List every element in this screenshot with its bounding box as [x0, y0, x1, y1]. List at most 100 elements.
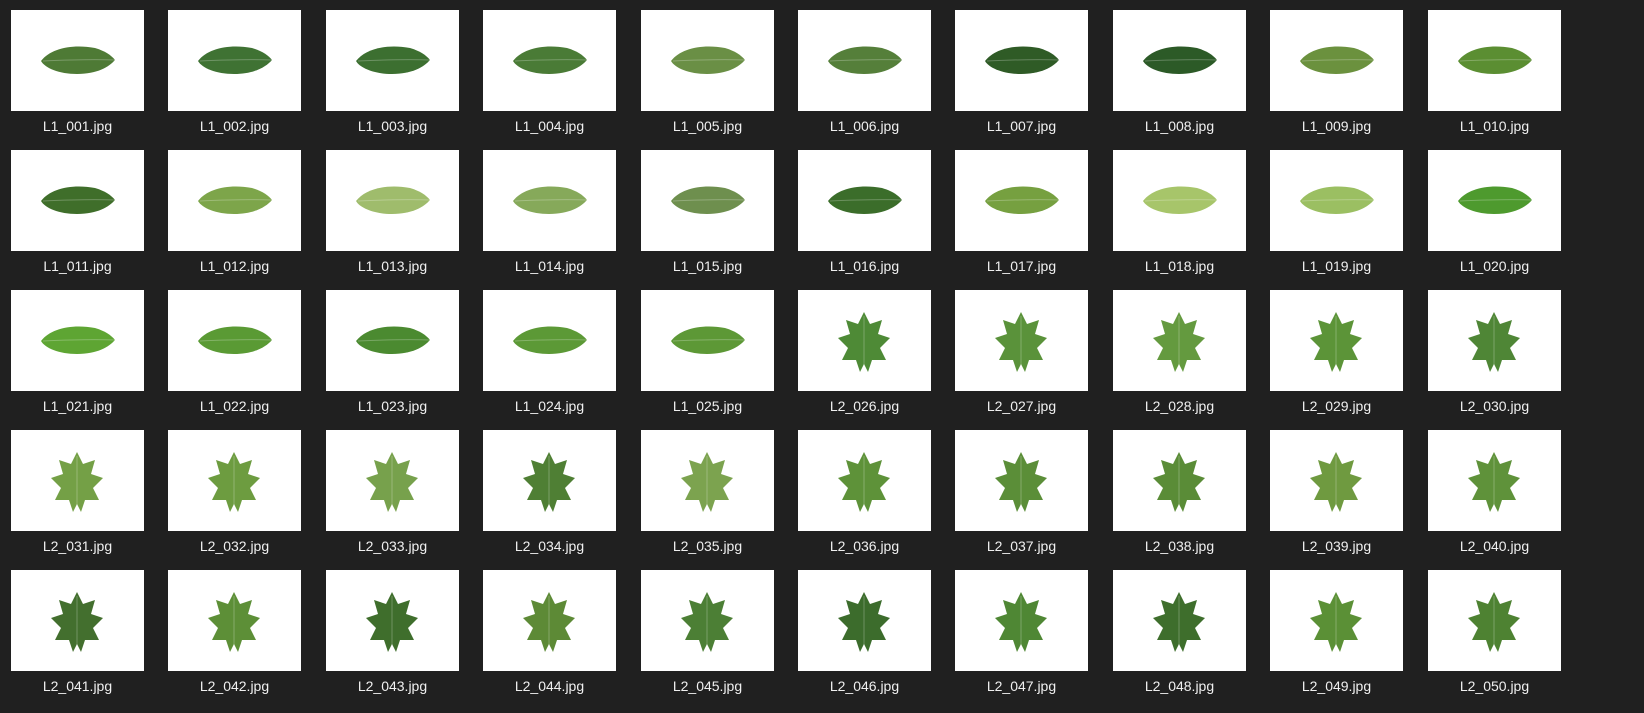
- file-thumbnail[interactable]: [483, 290, 616, 391]
- file-thumbnail[interactable]: [483, 570, 616, 671]
- file-item[interactable]: L2_039.jpg: [1270, 430, 1403, 558]
- file-thumbnail[interactable]: [168, 10, 301, 111]
- file-item[interactable]: L2_034.jpg: [483, 430, 616, 558]
- file-item[interactable]: L1_023.jpg: [326, 290, 459, 418]
- file-thumbnail[interactable]: [11, 10, 144, 111]
- file-item[interactable]: L1_015.jpg: [641, 150, 774, 278]
- file-item[interactable]: L1_013.jpg: [326, 150, 459, 278]
- file-thumbnail[interactable]: [641, 290, 774, 391]
- file-thumbnail[interactable]: [1270, 290, 1403, 391]
- file-thumbnail[interactable]: [1113, 150, 1246, 251]
- file-thumbnail[interactable]: [168, 570, 301, 671]
- file-item[interactable]: L2_049.jpg: [1270, 570, 1403, 698]
- file-thumbnail[interactable]: [168, 150, 301, 251]
- file-thumbnail[interactable]: [641, 430, 774, 531]
- file-item[interactable]: L2_037.jpg: [955, 430, 1088, 558]
- file-item[interactable]: L2_038.jpg: [1113, 430, 1246, 558]
- file-thumbnail[interactable]: [483, 430, 616, 531]
- file-thumbnail[interactable]: [798, 150, 931, 251]
- file-item[interactable]: L2_036.jpg: [798, 430, 931, 558]
- file-thumbnail[interactable]: [11, 430, 144, 531]
- file-item[interactable]: L2_045.jpg: [641, 570, 774, 698]
- file-thumbnail[interactable]: [1270, 10, 1403, 111]
- file-item[interactable]: L2_027.jpg: [955, 290, 1088, 418]
- file-item[interactable]: L2_044.jpg: [483, 570, 616, 698]
- file-item[interactable]: L1_001.jpg: [11, 10, 144, 138]
- file-thumbnail[interactable]: [955, 10, 1088, 111]
- file-item[interactable]: L2_031.jpg: [11, 430, 144, 558]
- file-thumbnail[interactable]: [326, 150, 459, 251]
- file-thumbnail[interactable]: [326, 430, 459, 531]
- file-thumbnail[interactable]: [955, 150, 1088, 251]
- file-thumbnail[interactable]: [11, 150, 144, 251]
- file-thumbnail[interactable]: [326, 10, 459, 111]
- file-item[interactable]: L1_020.jpg: [1428, 150, 1561, 278]
- file-item[interactable]: L2_040.jpg: [1428, 430, 1561, 558]
- file-item[interactable]: L1_014.jpg: [483, 150, 616, 278]
- file-item[interactable]: L2_050.jpg: [1428, 570, 1561, 698]
- file-item[interactable]: L1_018.jpg: [1113, 150, 1246, 278]
- file-thumbnail[interactable]: [955, 430, 1088, 531]
- file-thumbnail[interactable]: [1270, 150, 1403, 251]
- file-thumbnail[interactable]: [483, 150, 616, 251]
- file-item[interactable]: L1_007.jpg: [955, 10, 1088, 138]
- file-item[interactable]: L2_048.jpg: [1113, 570, 1246, 698]
- file-thumbnail[interactable]: [11, 290, 144, 391]
- file-thumbnail[interactable]: [955, 570, 1088, 671]
- file-thumbnail[interactable]: [641, 150, 774, 251]
- file-item[interactable]: L2_047.jpg: [955, 570, 1088, 698]
- file-thumbnail[interactable]: [1428, 570, 1561, 671]
- file-item[interactable]: L2_028.jpg: [1113, 290, 1246, 418]
- file-item[interactable]: L1_006.jpg: [798, 10, 931, 138]
- file-item[interactable]: L1_024.jpg: [483, 290, 616, 418]
- file-thumbnail[interactable]: [1270, 430, 1403, 531]
- file-item[interactable]: L1_010.jpg: [1428, 10, 1561, 138]
- file-item[interactable]: L1_019.jpg: [1270, 150, 1403, 278]
- file-item[interactable]: L1_016.jpg: [798, 150, 931, 278]
- file-thumbnail[interactable]: [11, 570, 144, 671]
- file-item[interactable]: L1_025.jpg: [641, 290, 774, 418]
- file-item[interactable]: L2_033.jpg: [326, 430, 459, 558]
- file-thumbnail[interactable]: [326, 570, 459, 671]
- file-thumbnail[interactable]: [955, 290, 1088, 391]
- file-item[interactable]: L1_005.jpg: [641, 10, 774, 138]
- file-item[interactable]: L1_022.jpg: [168, 290, 301, 418]
- file-thumbnail[interactable]: [641, 570, 774, 671]
- file-thumbnail[interactable]: [1428, 430, 1561, 531]
- file-item[interactable]: L2_046.jpg: [798, 570, 931, 698]
- file-item[interactable]: L1_008.jpg: [1113, 10, 1246, 138]
- file-item[interactable]: L2_041.jpg: [11, 570, 144, 698]
- file-item[interactable]: L2_030.jpg: [1428, 290, 1561, 418]
- file-thumbnail[interactable]: [798, 430, 931, 531]
- file-item[interactable]: L1_009.jpg: [1270, 10, 1403, 138]
- file-item[interactable]: L2_032.jpg: [168, 430, 301, 558]
- file-thumbnail[interactable]: [1428, 290, 1561, 391]
- file-thumbnail[interactable]: [798, 570, 931, 671]
- file-thumbnail[interactable]: [1270, 570, 1403, 671]
- file-item[interactable]: L1_004.jpg: [483, 10, 616, 138]
- file-thumbnail[interactable]: [1113, 10, 1246, 111]
- file-item[interactable]: L2_042.jpg: [168, 570, 301, 698]
- file-thumbnail[interactable]: [1113, 430, 1246, 531]
- file-thumbnail[interactable]: [168, 290, 301, 391]
- file-item[interactable]: L1_003.jpg: [326, 10, 459, 138]
- file-thumbnail[interactable]: [798, 10, 931, 111]
- file-item[interactable]: L2_043.jpg: [326, 570, 459, 698]
- file-thumbnail[interactable]: [1428, 10, 1561, 111]
- file-item[interactable]: L2_026.jpg: [798, 290, 931, 418]
- file-thumbnail[interactable]: [326, 290, 459, 391]
- file-thumbnail[interactable]: [1428, 150, 1561, 251]
- file-thumbnail[interactable]: [1113, 290, 1246, 391]
- file-item[interactable]: L2_029.jpg: [1270, 290, 1403, 418]
- file-thumbnail[interactable]: [168, 430, 301, 531]
- file-item[interactable]: L1_021.jpg: [11, 290, 144, 418]
- file-item[interactable]: L1_002.jpg: [168, 10, 301, 138]
- file-thumbnail[interactable]: [798, 290, 931, 391]
- file-item[interactable]: L1_012.jpg: [168, 150, 301, 278]
- file-item[interactable]: L1_011.jpg: [11, 150, 144, 278]
- file-item[interactable]: L2_035.jpg: [641, 430, 774, 558]
- file-thumbnail[interactable]: [1113, 570, 1246, 671]
- file-thumbnail[interactable]: [483, 10, 616, 111]
- file-item[interactable]: L1_017.jpg: [955, 150, 1088, 278]
- file-thumbnail[interactable]: [641, 10, 774, 111]
